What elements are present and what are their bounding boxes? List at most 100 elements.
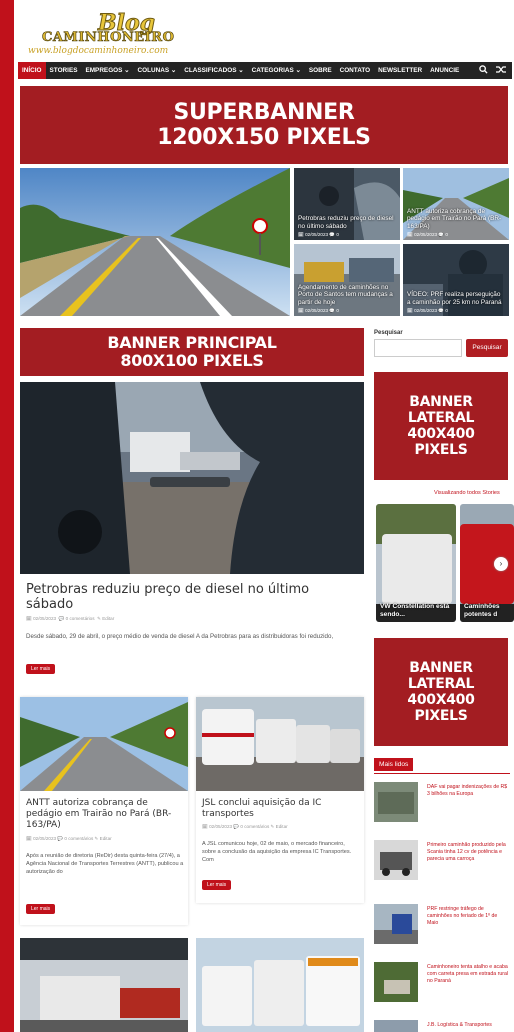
main-post-meta: 🗓 02/05/2023 💬 0 comentários ✎ Editar	[26, 616, 115, 621]
banner-lateral-2[interactable]: BANNER LATERAL 400X400 PIXELS	[374, 638, 508, 746]
superbanner-line2: 1200X150 PIXELS	[157, 125, 371, 150]
featured-card-1-date: 02/05/2023	[305, 232, 329, 237]
featured-card-4-date: 02/05/2023	[414, 308, 438, 313]
main-nav: INÍCIO STORIES EMPREGOS ⌄ COLUNAS ⌄ CLAS…	[18, 62, 512, 79]
banner-principal-line1: BANNER PRINCIPAL	[107, 332, 277, 352]
nav-item-categorias[interactable]: CATEGORIAS ⌄	[248, 62, 305, 79]
featured-card-2-title: ANTT autoriza cobrança de pedágio em Tra…	[407, 207, 502, 230]
post-card-2-image[interactable]	[196, 697, 364, 791]
banner-lateral-2-line2: 400X400	[407, 692, 475, 708]
post-card-2-comments[interactable]: 0 comentários	[240, 824, 269, 829]
featured-card-1-comments: 0	[336, 232, 339, 237]
main-post-read-more-button[interactable]: Ler mais	[26, 664, 56, 674]
featured-card-1-title: Petrobras reduziu preço de diesel no últ…	[298, 215, 394, 230]
mais-lidos-item-4[interactable]: Caminhoneiro tenta atalho e acaba com ca…	[374, 962, 510, 1006]
post-card-1-excerpt: Após a reunião de diretoria (ReDir) dest…	[26, 853, 184, 876]
superbanner-line1: SUPERBANNER	[173, 99, 355, 125]
main-post-date: 02/05/2023	[33, 616, 57, 621]
featured-card-4-comments: 0	[445, 308, 448, 313]
mais-lidos-item-3[interactable]: PRF restringe tráfego de caminhões no fe…	[374, 904, 510, 948]
main-post-comments[interactable]: 0 comentários	[66, 616, 95, 621]
story-card-2-title: Caminhões potentes d	[464, 603, 500, 618]
featured-card-2-date: 02/05/2023	[414, 232, 438, 237]
nav-item-empregos[interactable]: EMPREGOS ⌄	[81, 62, 133, 79]
mais-lidos-item-2[interactable]: Primeiro caminhão produzido pela Scania …	[374, 840, 510, 884]
stories-next-arrow-icon[interactable]: ›	[494, 557, 508, 571]
banner-lateral-2-line1: BANNER LATERAL	[407, 659, 475, 692]
logo-caminhoneiro-text: CAMINHONEIRO	[42, 30, 175, 46]
post-card-1-image[interactable]	[20, 697, 188, 791]
nav-item-colunas[interactable]: COLUNAS ⌄	[134, 62, 181, 79]
post-card-1-read-more-button[interactable]: Ler mais	[26, 904, 56, 914]
banner-lateral-1[interactable]: BANNER LATERAL 400X400 PIXELS	[374, 372, 508, 480]
story-card-1-title: VW Constellation está sendo...	[380, 603, 450, 618]
post-card-2-read-more-button[interactable]: Ler mais	[202, 880, 232, 890]
post-card-3-image[interactable]	[20, 938, 188, 1032]
banner-principal-line2: 800X100 PIXELS	[120, 351, 264, 370]
mais-lidos-item-1[interactable]: DAF vai pagar indenizações de R$ 3 bilhõ…	[374, 782, 510, 826]
nav-item-stories[interactable]: STORIES	[46, 62, 82, 79]
mais-lidos-title: Mais lidos	[374, 758, 414, 771]
logo-url-text: www.blogdocaminhoneiro.com	[28, 46, 169, 56]
shuffle-icon[interactable]	[496, 65, 506, 76]
mais-lidos-thumb-4[interactable]	[374, 962, 418, 1002]
post-card-2-date: 02/05/2023	[209, 824, 233, 829]
nav-item-inicio[interactable]: INÍCIO	[18, 62, 46, 79]
post-card-1-date: 02/05/2023	[33, 836, 57, 841]
post-card-2-meta: 🗓 02/05/2023 💬 0 comentários ✎ Editar	[202, 824, 288, 829]
featured-card-3[interactable]: Agendamento de caminhões no Porto de San…	[294, 244, 400, 316]
post-card-1-title[interactable]: ANTT autoriza cobrança de pedágio em Tra…	[26, 798, 184, 831]
mais-lidos-thumb-3[interactable]	[374, 904, 418, 944]
main-post-edit[interactable]: Editar	[102, 616, 114, 621]
nav-item-sobre[interactable]: SOBRE	[305, 62, 336, 79]
banner-principal[interactable]: BANNER PRINCIPAL 800X100 PIXELS	[20, 328, 364, 376]
mais-lidos-item-5[interactable]: J.B. Logística & Transportes	[374, 1020, 510, 1032]
search-icon[interactable]	[479, 65, 488, 76]
main-post-image[interactable]	[20, 382, 364, 574]
mais-lidos-link-4[interactable]: Caminhoneiro tenta atalho e acaba com ca…	[427, 964, 509, 986]
mais-lidos-divider	[374, 773, 510, 774]
mais-lidos-thumb-2[interactable]	[374, 840, 418, 880]
banner-lateral-1-line1: BANNER LATERAL	[407, 393, 475, 426]
featured-card-2-comments: 0	[445, 232, 448, 237]
stories-view-all-link[interactable]: Visualizando todos Stories	[434, 490, 500, 496]
featured-card-4-title: VÍDEO: PRF realiza perseguição a caminhã…	[407, 291, 502, 306]
main-post-title[interactable]: Petrobras reduziu preço de diesel no últ…	[26, 582, 356, 612]
search-button[interactable]: Pesquisar	[466, 339, 508, 357]
mais-lidos-link-5[interactable]: J.B. Logística & Transportes	[427, 1022, 509, 1029]
featured-card-2[interactable]: ANTT autoriza cobrança de pedágio em Tra…	[403, 168, 509, 240]
post-card-1-edit[interactable]: Editar	[100, 836, 112, 841]
featured-card-1[interactable]: Petrobras reduziu preço de diesel no últ…	[294, 168, 400, 240]
post-card-2-excerpt: A JSL comunicou hoje, 02 de maio, o merc…	[202, 841, 352, 864]
post-card-4-image[interactable]	[196, 938, 364, 1032]
site-logo[interactable]: Blog CAMINHONEIRO www.blogdocaminhoneiro…	[22, 8, 192, 57]
banner-lateral-1-line3: PIXELS	[414, 442, 468, 459]
search-label: Pesquisar	[374, 330, 403, 336]
nav-item-contato[interactable]: CONTATO	[336, 62, 375, 79]
featured-card-3-date: 02/05/2023	[305, 308, 329, 313]
banner-lateral-2-line3: PIXELS	[414, 708, 468, 725]
mais-lidos-thumb-5[interactable]	[374, 1020, 418, 1032]
mais-lidos-link-1[interactable]: DAF vai pagar indenizações de R$ 3 bilhõ…	[427, 784, 509, 798]
featured-card-3-meta: 🗓 02/05/2023 💬 0	[298, 308, 339, 313]
nav-item-classificados[interactable]: CLASSIFICADOS ⌄	[180, 62, 247, 79]
search-input[interactable]	[374, 339, 462, 357]
featured-card-1-meta: 🗓 02/05/2023 💬 0	[298, 232, 339, 237]
post-card-2-edit[interactable]: Editar	[276, 824, 288, 829]
story-card-1[interactable]: VW Constellation está sendo...	[376, 504, 456, 622]
featured-card-4-meta: 🗓 02/05/2023 💬 0	[407, 308, 448, 313]
nav-tools	[479, 65, 512, 76]
featured-card-3-title: Agendamento de caminhões no Porto de San…	[298, 283, 393, 306]
featured-big-image[interactable]	[20, 168, 290, 316]
post-card-2-title[interactable]: JSL conclui aquisição da IC transportes	[202, 798, 360, 820]
mais-lidos-link-2[interactable]: Primeiro caminhão produzido pela Scania …	[427, 842, 509, 864]
superbanner[interactable]: SUPERBANNER 1200X150 PIXELS	[20, 86, 508, 164]
banner-lateral-1-line2: 400X400	[407, 426, 475, 442]
post-card-1-comments[interactable]: 0 comentários	[64, 836, 93, 841]
nav-item-newsletter[interactable]: NEWSLETTER	[374, 62, 426, 79]
featured-card-4[interactable]: VÍDEO: PRF realiza perseguição a caminhã…	[403, 244, 509, 316]
mais-lidos-link-3[interactable]: PRF restringe tráfego de caminhões no fe…	[427, 906, 509, 928]
nav-item-anuncie[interactable]: ANUNCIE	[426, 62, 463, 79]
mais-lidos-thumb-1[interactable]	[374, 782, 418, 822]
main-post-excerpt: Desde sábado, 29 de abril, o preço médio…	[26, 633, 334, 640]
